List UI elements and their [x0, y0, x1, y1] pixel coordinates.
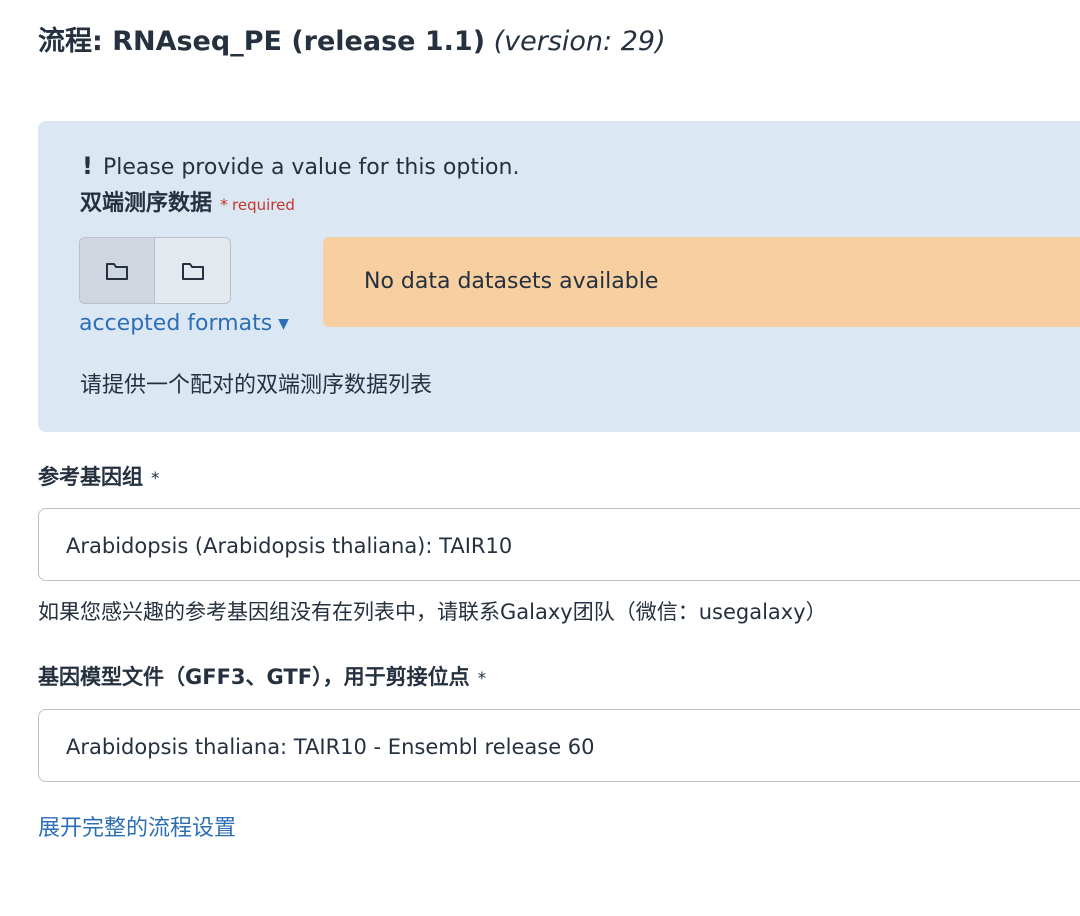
accepted-formats-toggle[interactable]: accepted formats ▼ [79, 308, 289, 340]
input-mode-button-group [79, 237, 231, 304]
gene-model-label-text: 基因模型文件（GFF3、GTF），用于剪接位点 [38, 665, 470, 689]
page-title: 流程: RNAseq_PE (release 1.1) (version: 29… [38, 22, 666, 62]
required-star: * [151, 469, 160, 489]
paired-input-help: 请提供一个配对的双端测序数据列表 [80, 373, 433, 398]
reference-genome-help: 如果您感兴趣的参考基因组没有在列表中，请联系Galaxy团队（微信：usegal… [38, 600, 827, 624]
required-star: * [220, 195, 229, 214]
reference-genome-label-text: 参考基因组 [38, 465, 143, 489]
folder-icon [106, 262, 128, 280]
reference-genome-value: Arabidopsis (Arabidopsis thaliana): TAIR… [66, 534, 513, 558]
alert-text: Please provide a value for this option. [102, 155, 520, 180]
gene-model-label: 基因模型文件（GFF3、GTF），用于剪接位点 * [38, 662, 486, 694]
workflow-version: (version: 29) [493, 26, 666, 57]
expand-workflow-settings-link[interactable]: 展开完整的流程设置 [38, 813, 236, 845]
accepted-formats-label: accepted formats [79, 311, 273, 336]
exclamation-icon: ! [82, 152, 93, 180]
workflow-name: 流程: RNAseq_PE (release 1.1) [38, 26, 486, 57]
reference-genome-label: 参考基因组 * [38, 462, 160, 494]
required-star: * [477, 669, 487, 689]
empty-datasets-message: No data datasets available [364, 269, 659, 294]
workflow-run-form: 流程: RNAseq_PE (release 1.1) (version: 29… [0, 0, 1080, 916]
folder-icon [181, 262, 204, 280]
paired-input-label-text: 双端测序数据 [80, 191, 213, 216]
caret-down-icon: ▼ [278, 316, 289, 332]
required-text: required [232, 196, 295, 214]
paired-input-label: 双端测序数据 * required [80, 188, 295, 221]
validation-alert: ! Please provide a value for this option. [82, 150, 519, 184]
single-dataset-button[interactable] [80, 238, 155, 303]
multiple-datasets-button[interactable] [155, 238, 230, 303]
gene-model-value: Arabidopsis thaliana: TAIR10 - Ensembl r… [66, 735, 595, 759]
